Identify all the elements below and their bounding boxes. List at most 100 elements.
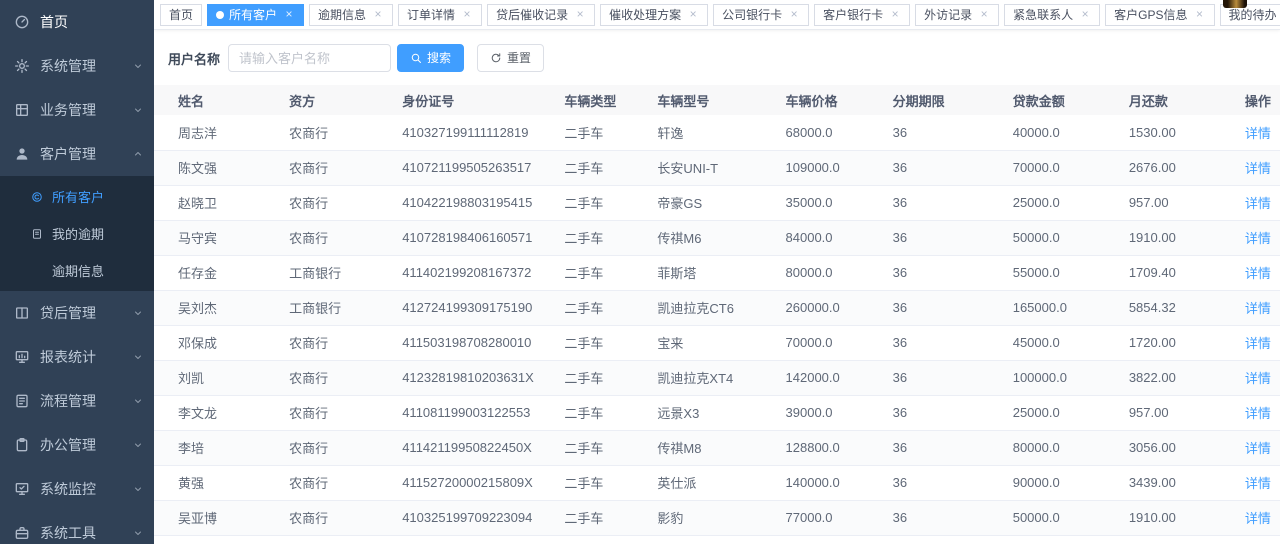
- sidebar-item[interactable]: 办公管理: [0, 423, 154, 467]
- sidebar-item[interactable]: 系统管理: [0, 44, 154, 88]
- detail-link[interactable]: 详情: [1245, 511, 1271, 526]
- detail-link[interactable]: 详情: [1245, 161, 1271, 176]
- table-row[interactable]: 赵晓卫农商行410422198803195415二手车帝豪GS35000.036…: [154, 185, 1280, 220]
- table-cell: 3439.00: [1119, 465, 1235, 500]
- table-cell-action: 详情: [1235, 465, 1280, 500]
- table-row[interactable]: 任存金工商银行411402199208167372二手车菲斯塔80000.036…: [154, 255, 1280, 290]
- tab-item[interactable]: 客户GPS信息×: [1105, 4, 1214, 26]
- close-icon[interactable]: ×: [788, 9, 800, 21]
- table-cell: 1910.00: [1119, 220, 1235, 255]
- close-icon[interactable]: ×: [889, 9, 901, 21]
- table-row[interactable]: 吴刘杰工商银行412724199309175190二手车凯迪拉克CT626000…: [154, 290, 1280, 325]
- table-cell: 二手车: [554, 360, 647, 395]
- clipboard-icon: [14, 437, 30, 453]
- tab-item[interactable]: 紧急联系人×: [1004, 4, 1100, 26]
- search-row: 用户名称 搜索 重置: [168, 44, 1280, 72]
- sidebar-item[interactable]: 系统工具: [0, 511, 154, 544]
- detail-link[interactable]: 详情: [1245, 476, 1271, 491]
- table-row[interactable]: 黄强农商行41152720000215809X二手车英仕派140000.0369…: [154, 465, 1280, 500]
- tab-item[interactable]: 贷后催收记录 ×: [487, 4, 595, 26]
- sidebar-item[interactable]: 贷后管理: [0, 291, 154, 335]
- close-icon[interactable]: ×: [574, 9, 586, 21]
- detail-link[interactable]: 详情: [1245, 196, 1271, 211]
- sidebar-item[interactable]: 所有客户: [0, 178, 154, 215]
- detail-link[interactable]: 详情: [1245, 301, 1271, 316]
- table-cell-action: 详情: [1235, 535, 1280, 544]
- table-row[interactable]: 邓保成农商行411503198708280010二手车宝来70000.03645…: [154, 325, 1280, 360]
- table-row[interactable]: 吴亚博农商行410325199709223094二手车影豹77000.03650…: [154, 500, 1280, 535]
- blank-icon: [31, 265, 43, 277]
- detail-link[interactable]: 详情: [1245, 126, 1271, 141]
- copyright-icon: [31, 191, 43, 203]
- table-row[interactable]: 王明杰农商行二手车轩逸详情: [154, 535, 1280, 544]
- table-cell-action: 详情: [1235, 220, 1280, 255]
- tab-label: 我的待办: [1229, 9, 1277, 21]
- sidebar-item[interactable]: 逾期信息: [0, 252, 154, 289]
- tab-item[interactable]: 公司银行卡×: [713, 4, 809, 26]
- search-input[interactable]: [228, 44, 391, 72]
- dashboard-icon: [14, 14, 30, 30]
- table-cell: 农商行: [279, 465, 392, 500]
- sidebar-item[interactable]: 业务管理: [0, 88, 154, 132]
- sidebar-item-label: 报表统计: [40, 347, 132, 367]
- close-icon[interactable]: ×: [1194, 9, 1206, 21]
- table-row[interactable]: 李培农商行41142119950822450X二手车传祺M8128800.036…: [154, 430, 1280, 465]
- sidebar-item[interactable]: 流程管理: [0, 379, 154, 423]
- tab-item[interactable]: 客户银行卡×: [814, 4, 910, 26]
- close-icon[interactable]: ×: [283, 9, 295, 21]
- toolbox-icon: [14, 525, 30, 541]
- sidebar-item[interactable]: 我的逾期: [0, 215, 154, 252]
- tab-item[interactable]: 逾期信息×: [309, 4, 393, 26]
- detail-link[interactable]: 详情: [1245, 336, 1271, 351]
- table-row[interactable]: 周志洋农商行410327199111112819二手车轩逸68000.03640…: [154, 115, 1280, 150]
- table-cell: 二手车: [554, 150, 647, 185]
- detail-link[interactable]: 详情: [1245, 406, 1271, 421]
- table-cell: 轩逸: [647, 535, 775, 544]
- sidebar-item[interactable]: 报表统计: [0, 335, 154, 379]
- column-header: 身份证号: [392, 85, 554, 115]
- tab-item[interactable]: 订单详情×: [398, 4, 482, 26]
- tab-item[interactable]: 首页: [160, 4, 202, 26]
- tab-label: 贷后催收记录: [496, 9, 568, 21]
- sidebar-item[interactable]: 客户管理: [0, 132, 154, 176]
- table-cell: 41232819810203631X: [392, 360, 554, 395]
- close-icon[interactable]: ×: [687, 9, 699, 21]
- chevron-down-icon: [132, 60, 144, 72]
- close-icon[interactable]: ×: [1079, 9, 1091, 21]
- sidebar-submenu: 所有客户我的逾期逾期信息: [0, 176, 154, 291]
- avatar-partial[interactable]: [1223, 0, 1247, 8]
- tab-item[interactable]: 催收处理方案×: [600, 4, 708, 26]
- table-cell: 3822.00: [1119, 360, 1235, 395]
- table-cell-action: 详情: [1235, 290, 1280, 325]
- close-icon[interactable]: ×: [372, 9, 384, 21]
- content-panel: 用户名称 搜索 重置 姓名资方身份证号车辆类型车辆型号车辆价格分期期限贷款金额月…: [154, 30, 1280, 544]
- table-cell: 36: [883, 220, 1003, 255]
- table-row[interactable]: 李文龙农商行411081199003122553二手车远景X339000.036…: [154, 395, 1280, 430]
- detail-link[interactable]: 详情: [1245, 441, 1271, 456]
- table-row[interactable]: 陈文强农商行410721199505263517二手车长安UNI-T109000…: [154, 150, 1280, 185]
- sidebar-item[interactable]: 首页: [0, 0, 154, 44]
- table-cell: 80000.0: [1003, 430, 1119, 465]
- sidebar: 首页系统管理业务管理客户管理所有客户我的逾期逾期信息贷后管理报表统计流程管理办公…: [0, 0, 154, 544]
- table-cell: 菲斯塔: [647, 255, 775, 290]
- table-cell: 吴刘杰: [154, 290, 279, 325]
- table-cell-action: 详情: [1235, 325, 1280, 360]
- close-icon[interactable]: ×: [461, 9, 473, 21]
- table-cell: 140000.0: [776, 465, 883, 500]
- sidebar-item[interactable]: 系统监控: [0, 467, 154, 511]
- table-cell: 农商行: [279, 185, 392, 220]
- table-cell: 36: [883, 115, 1003, 150]
- close-icon[interactable]: ×: [978, 9, 990, 21]
- table-cell: 凯迪拉克XT4: [647, 360, 775, 395]
- table-row[interactable]: 马守宾农商行410728198406160571二手车传祺M684000.036…: [154, 220, 1280, 255]
- tab-item[interactable]: 外访记录×: [915, 4, 999, 26]
- detail-link[interactable]: 详情: [1245, 266, 1271, 281]
- table-row[interactable]: 刘凯农商行41232819810203631X二手车凯迪拉克XT4142000.…: [154, 360, 1280, 395]
- table-cell: 宝来: [647, 325, 775, 360]
- tab-item[interactable]: 所有客户×: [207, 4, 304, 26]
- detail-link[interactable]: 详情: [1245, 231, 1271, 246]
- table-cell: 36: [883, 255, 1003, 290]
- reset-button[interactable]: 重置: [477, 44, 544, 72]
- detail-link[interactable]: 详情: [1245, 371, 1271, 386]
- search-button[interactable]: 搜索: [397, 44, 464, 72]
